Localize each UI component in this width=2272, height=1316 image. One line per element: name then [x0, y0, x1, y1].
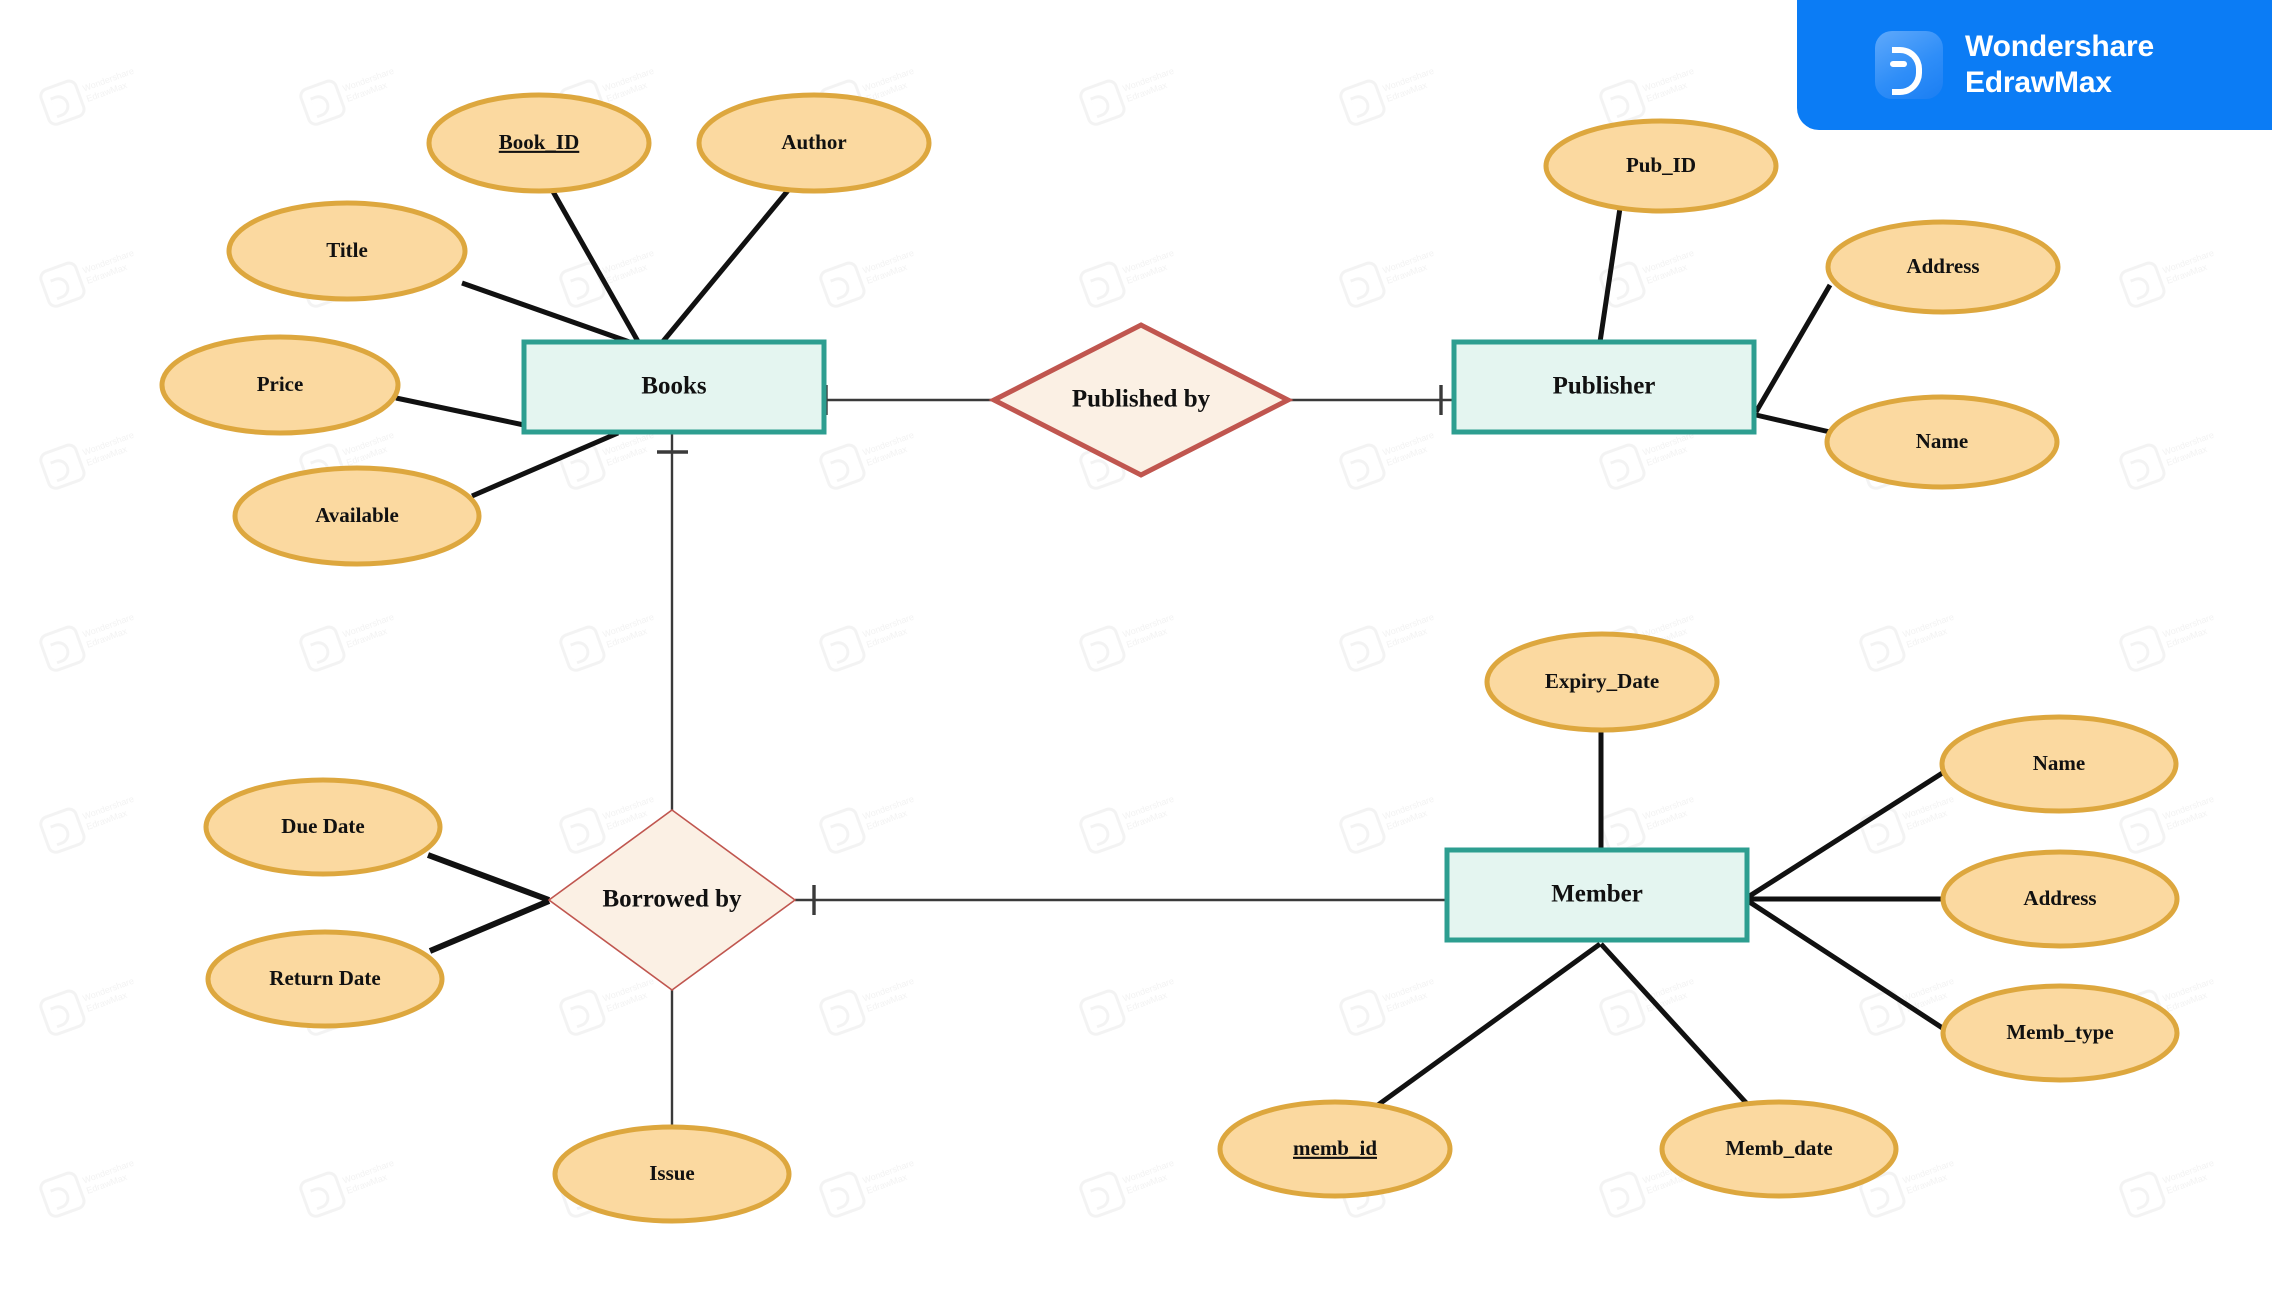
connector-pub-name-publisher: [1755, 412, 1831, 435]
er-diagram: Book_ID Author Title Price Available Pub_ID Ad…: [159, 92, 2180, 1224]
relationship-label: Published by: [1072, 386, 1211, 413]
relationship-label: Borrowed by: [602, 886, 742, 913]
edrawmax-badge: Wondershare EdrawMax: [1797, 0, 2272, 130]
attribute-label: Price: [257, 372, 304, 396]
entity-publisher: Publisher: [1451, 339, 1757, 435]
entity-books: Books: [521, 339, 827, 435]
attribute-label: Issue: [649, 1161, 695, 1185]
attribute-label: memb_id: [1293, 1136, 1377, 1160]
attribute-label: Memb_date: [1725, 1136, 1832, 1160]
edrawmax-badge-text: Wondershare EdrawMax: [1965, 29, 2154, 101]
attribute-label: Memb_type: [2006, 1020, 2113, 1044]
connector-due-date-borrowed-by: [426, 852, 551, 903]
attribute-issue: Issue: [552, 1124, 792, 1224]
attribute-label: Title: [326, 238, 368, 262]
attribute-author: Author: [696, 92, 932, 194]
relationship-connectors: [670, 398, 1454, 902]
diagram-canvas: Wondershare EdrawMax Wondershare EdrawMax Wo…: [0, 0, 2272, 1316]
attribute-label: Address: [2023, 886, 2096, 910]
attribute-due-date: Due Date: [203, 777, 443, 877]
connector-mem-name-member: [1746, 769, 1946, 900]
relationship-borrowed-by: Borrowed by: [547, 809, 797, 991]
connector-memb-date-member: [1599, 942, 1762, 1120]
entity-label: Member: [1551, 881, 1643, 908]
brand-line-1: Wondershare: [1965, 30, 2154, 63]
attribute-memb-date: Memb_date: [1659, 1099, 1899, 1199]
connector-lines: [395, 186, 1946, 1128]
attribute-memb-id: memb_id: [1217, 1099, 1453, 1199]
attribute-label: Name: [1916, 429, 1968, 453]
connector-memb-id-member: [1358, 941, 1602, 1121]
attribute-pub-id: Pub_ID: [1543, 118, 1779, 214]
connector-available-books: [471, 430, 619, 499]
connector-pub-id-publisher: [1597, 207, 1623, 343]
connector-memb-type-member: [1746, 898, 1946, 1032]
attribute-label: Book_ID: [499, 130, 580, 154]
attribute-label: Pub_ID: [1626, 153, 1696, 177]
entity-label: Publisher: [1553, 373, 1656, 400]
connector-return-date-borrowed-by: [428, 898, 551, 954]
attribute-mem-name: Name: [1939, 714, 2179, 814]
entity-label: Books: [641, 373, 707, 400]
edrawmax-logo-icon: [1875, 31, 1943, 99]
brand-line-2: EdrawMax: [1965, 66, 2112, 99]
attribute-shapes: Book_ID Author Title Price Available Pub_ID Ad…: [159, 92, 2180, 1224]
attribute-price: Price: [159, 334, 401, 436]
attribute-book-id: Book_ID: [426, 92, 652, 194]
attribute-label: Author: [781, 130, 846, 154]
relationship-published-by: Published by: [988, 322, 1294, 478]
attribute-pub-address: Address: [1825, 219, 2061, 315]
attribute-label: Expiry_Date: [1545, 669, 1659, 693]
attribute-label: Available: [315, 503, 399, 527]
attribute-title: Title: [226, 200, 468, 302]
attribute-label: Name: [2033, 751, 2085, 775]
connector-pub-address-publisher: [1753, 283, 1833, 414]
attribute-available: Available: [232, 465, 482, 567]
connector-price-books: [395, 395, 525, 428]
attribute-expiry-date: Expiry_Date: [1484, 631, 1720, 733]
attribute-mem-address: Address: [1940, 849, 2180, 949]
connector-author-books: [658, 186, 792, 347]
attribute-return-date: Return Date: [205, 929, 445, 1029]
entity-member: Member: [1444, 847, 1750, 943]
attribute-label: Address: [1906, 254, 1979, 278]
cardinality-markers: [657, 385, 1443, 915]
attribute-label: Due Date: [281, 814, 364, 838]
attribute-label: Return Date: [269, 966, 380, 990]
attribute-memb-type: Memb_type: [1940, 983, 2180, 1083]
attribute-pub-name: Name: [1824, 394, 2060, 490]
